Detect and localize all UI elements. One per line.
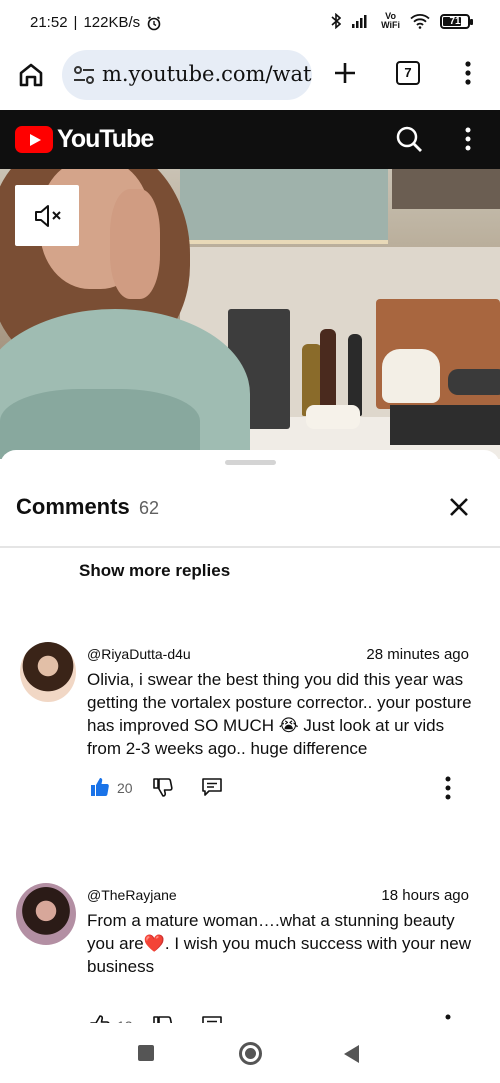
video-player[interactable] [0, 169, 500, 459]
comment-more-button[interactable] [443, 775, 453, 801]
youtube-play-icon [15, 126, 53, 153]
more-vert-icon [465, 127, 471, 151]
home-icon [19, 63, 43, 87]
status-left: 21:52 | 122KB/s [30, 14, 162, 31]
like-button[interactable] [90, 777, 110, 802]
mute-icon [35, 205, 61, 227]
thumb-up-icon [91, 778, 109, 796]
home-nav-button[interactable] [239, 1042, 262, 1065]
reply-button[interactable] [201, 777, 223, 802]
vowifi-label: Vo WiFi [381, 11, 400, 30]
status-net-speed: 122KB/s [83, 14, 141, 31]
comment-time: 28 minutes ago [366, 646, 469, 663]
search-icon [396, 126, 422, 152]
signal-icon [352, 15, 367, 28]
comment-actions: 12 [90, 1013, 470, 1023]
reply-button[interactable] [201, 1015, 223, 1023]
bluetooth-icon [331, 13, 342, 29]
more-vert-icon [445, 776, 451, 800]
youtube-logo[interactable]: YouTube [15, 125, 154, 154]
wifi-icon [410, 14, 430, 29]
youtube-more-button[interactable] [463, 126, 473, 152]
unmute-button[interactable] [15, 185, 79, 246]
comment-text: Olivia, i swear the best thing you did t… [87, 670, 472, 758]
status-divider: | [73, 14, 78, 31]
status-bar: 21:52 | 122KB/s Vo WiFi 71 [0, 0, 500, 46]
like-count: 20 [117, 780, 133, 796]
plus-icon [335, 63, 355, 83]
address-bar[interactable]: m.youtube.com/watch [62, 50, 312, 100]
more-vert-icon [445, 1014, 451, 1020]
tabs-button[interactable]: 7 [396, 61, 420, 85]
like-button[interactable] [90, 1015, 110, 1023]
browser-toolbar: m.youtube.com/watch 7 [0, 46, 500, 110]
close-icon [450, 498, 468, 516]
comment-actions: 20 [90, 775, 470, 802]
youtube-header: YouTube [0, 110, 500, 169]
thumb-down-icon [153, 1016, 173, 1023]
battery-icon: 71 [440, 13, 473, 29]
comments-panel: Comments 62 Show more replies @RiyaDutta… [0, 450, 500, 1023]
comments-count: 62 [139, 498, 160, 518]
comments-title: Comments [16, 494, 130, 519]
alarm-icon [147, 15, 161, 30]
battery-level: 71 [449, 15, 461, 27]
system-nav-bar [0, 1023, 500, 1083]
new-tab-button[interactable] [330, 58, 360, 88]
avatar[interactable] [20, 642, 76, 702]
comment-author[interactable]: @RiyaDutta-d4u [87, 646, 191, 662]
browser-menu-button[interactable] [462, 60, 474, 86]
comment-more-button[interactable] [443, 1013, 453, 1023]
show-more-replies-button[interactable]: Show more replies [79, 561, 230, 581]
search-button[interactable] [394, 124, 424, 154]
back-button[interactable] [344, 1045, 359, 1063]
dislike-button[interactable] [153, 1015, 173, 1023]
comment-text: From a mature woman….what a stunning bea… [87, 911, 471, 976]
close-comments-button[interactable] [446, 494, 472, 520]
reply-icon [202, 778, 222, 796]
tune-icon[interactable] [72, 64, 96, 86]
comment-author[interactable]: @TheRayjane [87, 887, 177, 903]
recents-button[interactable] [138, 1045, 154, 1061]
status-time: 21:52 [30, 14, 68, 31]
home-button[interactable] [16, 60, 46, 90]
dislike-button[interactable] [153, 777, 173, 802]
reply-icon [202, 1016, 222, 1023]
status-right: Vo WiFi 71 [331, 11, 473, 30]
divider [0, 546, 500, 548]
drag-handle[interactable] [225, 460, 276, 465]
avatar[interactable] [16, 883, 76, 945]
thumb-up-icon [90, 1015, 110, 1023]
more-vert-icon [465, 61, 471, 85]
thumb-down-icon [153, 778, 173, 797]
url-text[interactable]: m.youtube.com/watch [102, 62, 312, 86]
youtube-logo-text: YouTube [57, 125, 154, 153]
comment-time: 18 hours ago [381, 887, 469, 904]
